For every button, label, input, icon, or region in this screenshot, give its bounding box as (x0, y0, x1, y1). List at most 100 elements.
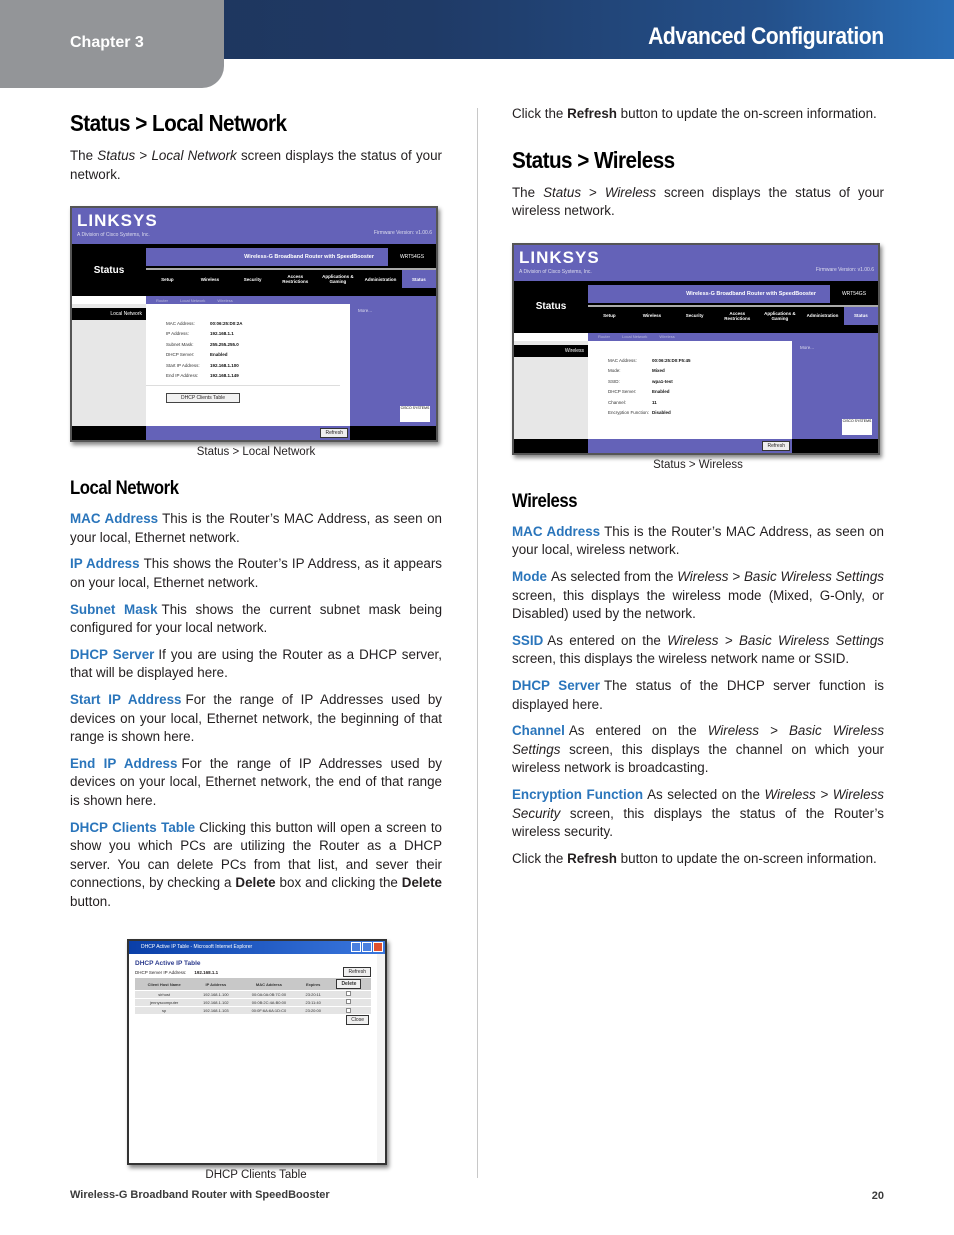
field-row: DHCP Server: Enabled (166, 350, 350, 361)
tab-access-restrictions[interactable]: Access Restrictions (274, 274, 317, 284)
tab-administration[interactable]: Administration (801, 313, 844, 318)
sub-tabs: Router Local Network Wireless (588, 332, 878, 341)
definition-text: As entered on the (568, 723, 708, 739)
more-link[interactable]: More... (792, 341, 878, 354)
main-tabs: Setup Wireless Security Access Restrictions… (588, 304, 878, 325)
model-number: WRT54GS (388, 248, 436, 267)
product-name: Wireless-G Broadband Router with SpeedBo… (146, 248, 388, 267)
chapter-label: Chapter 3 (70, 34, 144, 51)
field-label: IP Address: (166, 331, 189, 337)
subtab-wireless[interactable]: Wireless (217, 298, 232, 303)
router-header: LINKSYS A Division of Cisco Systems, Inc.… (514, 244, 878, 281)
definition-term: Mode (512, 568, 547, 584)
nav-main: Wireless-G Broadband Router with SpeedBo… (146, 244, 436, 297)
tab-wireless[interactable]: Wireless (631, 313, 674, 318)
field-value: 192.168.1.100 (210, 362, 239, 368)
definition-end-ip-address: End IP Address For the range of IP Addres… (70, 755, 442, 811)
table-row: jennyscomputer 192.168.1.102 00:0B:2C:4A:B… (135, 997, 371, 1007)
table-cell: jennyscomputer (135, 997, 194, 1007)
delete-cell (326, 1005, 371, 1015)
local-network-screenshot: LINKSYS A Division of Cisco Systems, Inc.… (70, 206, 438, 443)
subtab-wireless[interactable]: Wireless (659, 334, 674, 339)
page-number: 20 (871, 1190, 884, 1202)
table-cell: 192.168.1.100 (193, 989, 239, 999)
column-header: MAC Address (238, 978, 300, 991)
tab-status[interactable]: Status (401, 270, 436, 289)
tab-security[interactable]: Security (673, 313, 716, 318)
refresh-button[interactable]: Refresh (343, 967, 371, 978)
definition-term: Channel (512, 723, 565, 739)
section-title-local-network: Status > Local Network (70, 110, 287, 136)
tab-setup[interactable]: Setup (588, 313, 631, 318)
definition-subnet-mask: Subnet Mask This shows the current subnet… (70, 601, 442, 638)
router-body: Wireless MAC Address: 00:06:25:D0:F5:45 Mod… (514, 340, 878, 439)
section-name: Status (72, 244, 146, 297)
router-footer: Refresh (72, 426, 436, 441)
tab-status[interactable]: Status (843, 306, 878, 325)
footer-main: Refresh (146, 426, 350, 441)
page-label: Wireless (514, 344, 588, 357)
table-cell: 00:0B:2C:4A:B0:00 (238, 997, 300, 1007)
delete-checkbox[interactable] (346, 991, 352, 997)
tab-setup[interactable]: Setup (146, 277, 189, 282)
field-row: Encryption Function: Disabled (608, 407, 792, 418)
cisco-logo: CISCO SYSTEMS (842, 418, 872, 435)
definition-term: MAC Address (512, 523, 601, 539)
definition-mac-address: MAC Address This is the Router’s MAC Addr… (512, 523, 884, 560)
firmware-version: Firmware Version: v1.00.6 (815, 266, 874, 273)
field-value: Enabled (652, 389, 670, 395)
field-label: Encryption Function: (608, 410, 650, 416)
help-panel: More... CISCO SYSTEMS (350, 304, 436, 427)
field-value: 00:06:25:D0:2A (210, 320, 243, 326)
more-link[interactable]: More... (350, 304, 436, 317)
refresh-button[interactable]: Refresh (762, 440, 790, 451)
subtab-router[interactable]: Router (156, 298, 168, 303)
delete-checkbox[interactable] (346, 1007, 352, 1013)
dhcp-clients-table-button[interactable]: DHCP Clients Table (166, 393, 241, 404)
refresh-button[interactable]: Refresh (320, 428, 348, 439)
subtab-local-network[interactable]: Local Network (622, 334, 647, 339)
definition-text: screen, this displays the wireless netwo… (512, 651, 850, 667)
definition-mac-address: MAC Address This is the Router’s MAC Addr… (70, 510, 442, 547)
product-row: Wireless-G Broadband Router with SpeedBo… (588, 284, 878, 303)
field-value: 192.168.1.1 (210, 331, 234, 337)
minimize-icon[interactable] (351, 942, 361, 953)
scrollbar[interactable] (377, 954, 385, 1164)
logo-subtitle: A Division of Cisco Systems, Inc. (77, 232, 150, 239)
field-label: Channel: (608, 399, 627, 405)
column-header: Expires (299, 978, 327, 991)
cisco-logo: CISCO SYSTEMS (400, 406, 430, 423)
maximize-icon[interactable] (362, 942, 372, 953)
subtab-local-network[interactable]: Local Network (180, 298, 205, 303)
tab-access-restrictions[interactable]: Access Restrictions (716, 311, 759, 321)
local-network-caption: Status > Local Network (196, 446, 316, 459)
tab-applications-gaming[interactable]: Applications & Gaming (317, 274, 360, 284)
table-row: sp 192.168.1.103 00:0F:6A:6A:1D:C0 23:20:00 (135, 1005, 371, 1015)
product-name: Wireless-G Broadband Router with SpeedBo… (588, 284, 830, 303)
subtab-router[interactable]: Router (598, 334, 610, 339)
model-number: WRT54GS (830, 284, 878, 303)
field-label: Mode: (608, 368, 621, 374)
router-footer: Refresh (514, 438, 878, 453)
field-label: MAC Address: (608, 357, 637, 363)
close-icon[interactable] (373, 942, 383, 953)
footer-left (514, 438, 588, 453)
table-cell: 192.168.1.103 (193, 1005, 239, 1015)
field-value: 192.168.1.149 (210, 373, 239, 379)
table-row: sirhost 192.168.1.100 00:0A:0A:0B:7C:00 23:… (135, 989, 371, 999)
tab-applications-gaming[interactable]: Applications & Gaming (759, 311, 802, 321)
product-row: Wireless-G Broadband Router with SpeedBo… (146, 248, 436, 267)
delete-button[interactable]: Delete (336, 979, 362, 990)
dhcp-clients-caption: DHCP Clients Table (205, 1169, 307, 1182)
wireless-intro: The Status > Wireless screen displays th… (512, 184, 885, 219)
tab-administration[interactable]: Administration (359, 277, 402, 282)
field-label: SSID: (608, 378, 620, 384)
close-button[interactable]: Close (346, 1015, 369, 1026)
delete-checkbox[interactable] (346, 999, 352, 1005)
tab-security[interactable]: Security (231, 277, 274, 282)
column-header: Client Host Name (135, 978, 194, 991)
router-header: LINKSYS A Division of Cisco Systems, Inc.… (72, 208, 436, 245)
tab-wireless[interactable]: Wireless (189, 277, 232, 282)
nav-main: Wireless-G Broadband Router with SpeedBo… (588, 280, 878, 333)
body-sidebar: Wireless (514, 340, 588, 439)
